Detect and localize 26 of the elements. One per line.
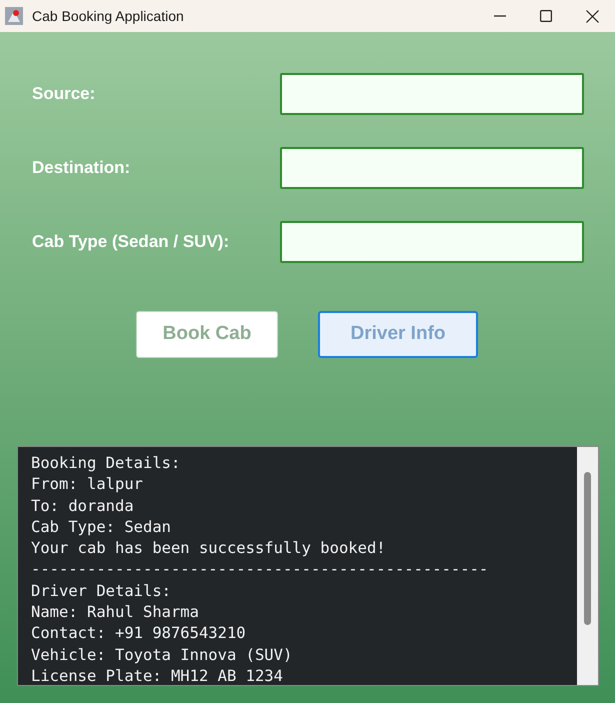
input-field[interactable]: [280, 147, 584, 189]
minimize-icon: [494, 15, 506, 17]
output-line: Cab Type: Sedan: [31, 516, 172, 538]
close-icon: [586, 10, 598, 22]
window-title: Cab Booking Application: [32, 6, 184, 26]
scrollbar[interactable]: [577, 447, 598, 685]
app-icon: [4, 6, 24, 26]
output-line: To: doranda: [31, 496, 135, 517]
output-line: Driver Details:: [31, 580, 172, 602]
field-label: Cab Type (Sedan / SUV):: [32, 231, 230, 254]
input-field[interactable]: [280, 73, 584, 115]
action-button[interactable]: Driver Info: [318, 311, 478, 358]
scrollbar-thumb[interactable]: [584, 472, 591, 625]
output-line: Contact: +91 9876543210: [31, 623, 247, 644]
output-line: From: lalpur: [31, 474, 144, 496]
action-button[interactable]: Book Cab: [136, 311, 278, 358]
output-line: -------------------------------------------------: [31, 559, 490, 580]
output-line: Booking Details:: [31, 453, 182, 474]
field-label: Source:: [32, 83, 96, 106]
output-line: Vehicle: Toyota Innova (SUV): [31, 644, 294, 666]
output-line: Name: Rahul Sharma: [31, 602, 200, 624]
input-field[interactable]: [280, 221, 584, 263]
output-line: Your cab has been successfully booked!: [31, 538, 387, 560]
field-label: Destination:: [32, 157, 132, 180]
maximize-icon: [540, 10, 552, 22]
output-line: License Plate: MH12 AB 1234: [31, 666, 284, 685]
